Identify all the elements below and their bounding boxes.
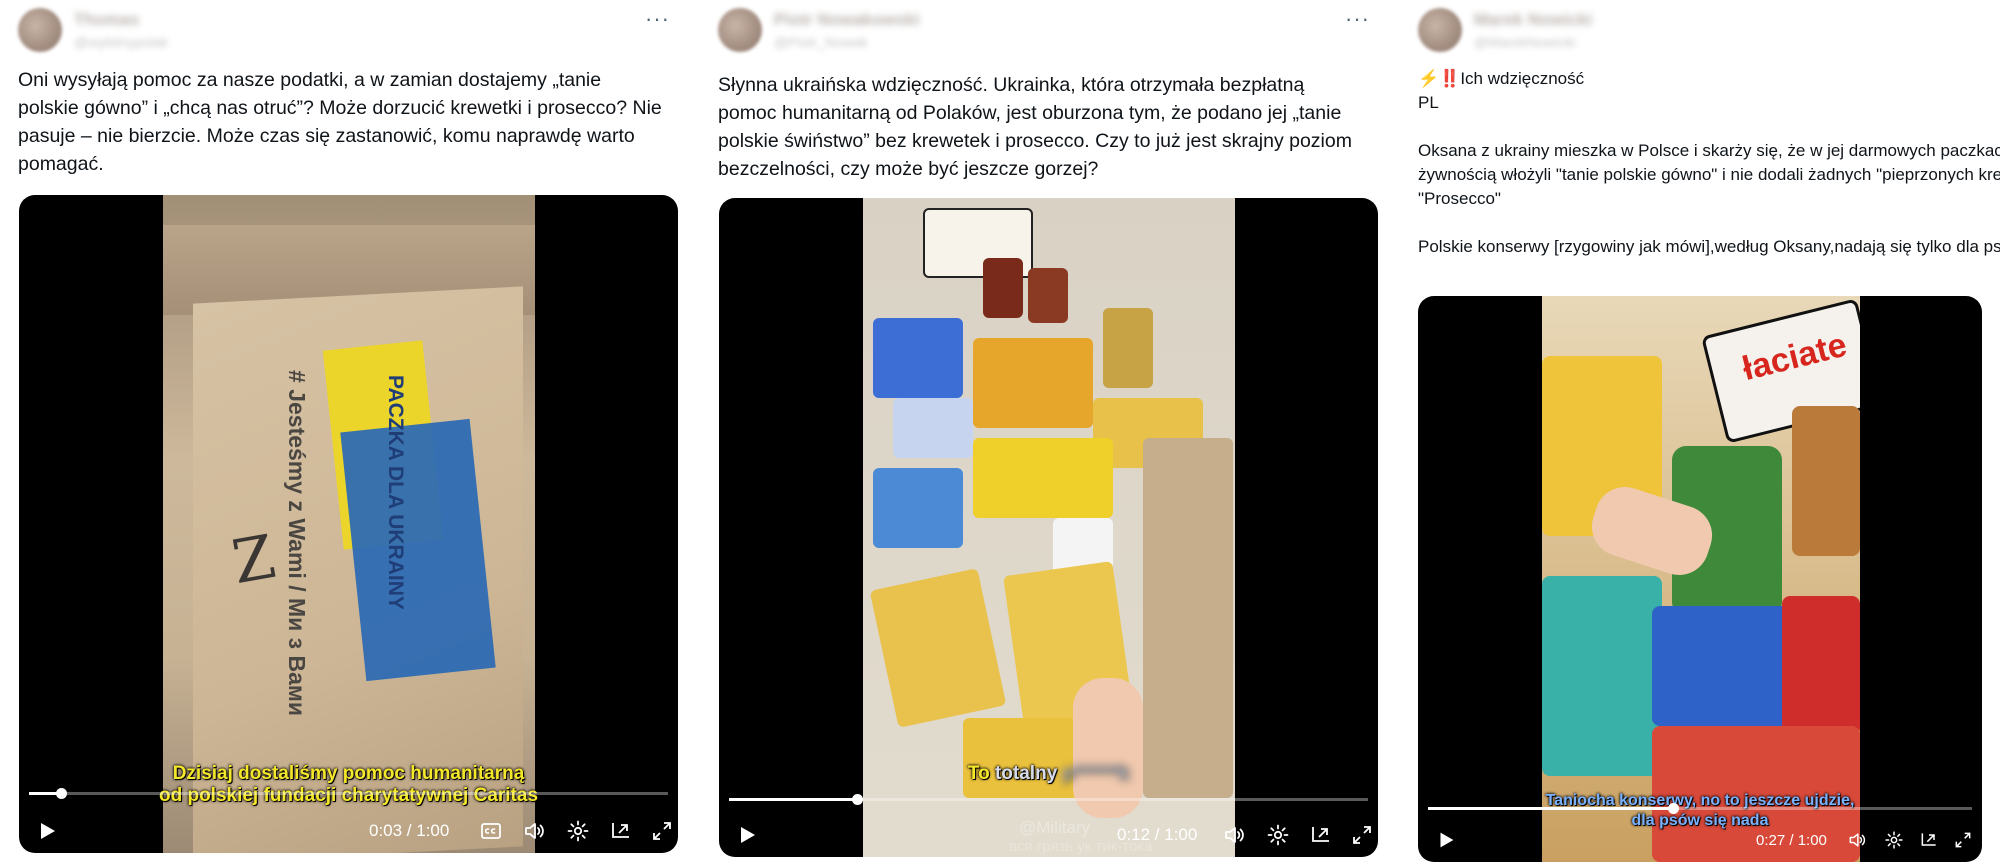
post-header: Marek Nowicki @MarekNowicki ··· (1418, 4, 2000, 52)
caption-line-1: Dzisiaj dostaliśmy pomoc humanitarną (172, 763, 525, 784)
volume-icon[interactable] (1843, 826, 1871, 854)
ellipsis-icon[interactable]: ··· (645, 6, 670, 32)
caption-line-2: od polskiej fundacji charytatywnej Carit… (158, 785, 539, 806)
progress-fill (1428, 807, 1673, 810)
caption-blurred-word: p******k (1062, 763, 1130, 784)
post-text: ⚡‼️Ich wdzięczność PL Oksana z ukrainy m… (1418, 69, 2000, 256)
box-print-title: PACZKA DLA UKRAINY (384, 375, 407, 610)
author-handle[interactable]: @MarekNowicki (1474, 34, 1575, 50)
fullscreen-icon[interactable] (1949, 826, 1977, 854)
video-controls: 0:12 / 1:00 (719, 813, 1378, 857)
post-text: Słynna ukraińska wdzięczność. Ukrainka, … (718, 74, 1352, 180)
progress-fill (729, 798, 857, 801)
play-icon[interactable] (733, 821, 761, 849)
kasza-bag (869, 568, 1007, 728)
video-progress-bar[interactable] (29, 788, 668, 799)
author-name[interactable]: Marek Nowicki (1474, 10, 1592, 30)
caption-word: To (967, 763, 990, 784)
pip-icon[interactable] (607, 817, 635, 845)
package (963, 718, 1083, 798)
video-controls: 0:27 / 1:00 (1418, 818, 1982, 862)
post-text: Oni wysyłają pomoc za nasze podatki, a w… (18, 69, 662, 175)
progress-knob[interactable] (851, 794, 863, 805)
blue-bag (1652, 606, 1792, 726)
fullscreen-icon[interactable] (1348, 821, 1376, 849)
settings-icon[interactable] (564, 817, 592, 845)
video-time: 0:03 / 1:00 (369, 821, 450, 840)
video-frame: # Jesteśmy z Wami / Ми з Вами PACZKA DLA… (163, 195, 535, 853)
video-player[interactable]: # Jesteśmy z Wami / Ми з Вами PACZKA DLA… (19, 195, 678, 853)
post-2: Piotr Nowakowski @Piotr_Nowak ··· Słynna… (700, 0, 1380, 868)
noodle-package (973, 338, 1093, 428)
jar (983, 258, 1023, 318)
avatar[interactable] (1418, 8, 1462, 52)
hand (1073, 678, 1143, 818)
fort-package (1103, 308, 1153, 388)
video-progress-bar[interactable] (1428, 803, 1972, 814)
settings-icon[interactable] (1880, 826, 1908, 854)
cardboard-box (1143, 438, 1233, 798)
video-player[interactable]: łaciate Taniocha konserwy, no to jeszcze… (1418, 296, 1982, 862)
post-header: Thomas @wybitnypolak ··· (18, 4, 670, 52)
flag-stripe-blue (340, 418, 496, 682)
volume-icon[interactable] (520, 817, 548, 845)
avatar[interactable] (718, 8, 762, 52)
video-controls: 0:03 / 1:00 (19, 809, 678, 853)
post-header: Piotr Nowakowski @Piotr_Nowak ··· (718, 4, 1370, 52)
video-time: 0:27 / 1:00 (1756, 831, 1827, 849)
pip-icon[interactable] (1307, 821, 1335, 849)
author-name[interactable]: Thomas (74, 10, 139, 30)
jar (1028, 268, 1068, 323)
bottle (1542, 576, 1662, 776)
progress-knob[interactable] (55, 788, 67, 799)
video-frame (863, 198, 1235, 857)
progress-knob[interactable] (1667, 803, 1679, 814)
video-player[interactable]: To totalny p******k @Military вся грязь … (719, 198, 1378, 857)
video-time: 0:12 / 1:00 (1117, 825, 1198, 844)
ellipsis-icon[interactable]: ··· (1345, 6, 1370, 32)
fullscreen-icon[interactable] (648, 817, 676, 845)
cc-icon[interactable] (477, 817, 505, 845)
package (893, 398, 973, 458)
video-frame: łaciate (1542, 296, 1860, 862)
post-1: Thomas @wybitnypolak ··· Oni wysyłają po… (0, 0, 680, 868)
red-pack (1782, 596, 1860, 736)
post-3: Marek Nowicki @MarekNowicki ··· ⚡‼️Ich w… (1400, 0, 2000, 868)
settings-icon[interactable] (1264, 821, 1292, 849)
pip-icon[interactable] (1915, 826, 1943, 854)
package (873, 468, 963, 548)
caption-word: totalny (994, 763, 1058, 784)
author-handle[interactable]: @wybitnypolak (74, 34, 168, 50)
video-caption: To totalny p******k (719, 763, 1378, 785)
play-icon[interactable] (33, 817, 61, 845)
video-caption: Dzisiaj dostaliśmy pomoc humanitarną od … (19, 763, 678, 807)
maggi-packets (973, 438, 1113, 518)
author-name[interactable]: Piotr Nowakowski (774, 10, 919, 30)
jar (1792, 406, 1860, 556)
video-progress-bar[interactable] (729, 794, 1368, 805)
play-icon[interactable] (1432, 826, 1460, 854)
avatar[interactable] (18, 8, 62, 52)
pack-label: łaciate (1738, 325, 1851, 389)
volume-icon[interactable] (1220, 821, 1248, 849)
blue-item (873, 318, 963, 398)
box-print-slogan: # Jesteśmy z Wami / Ми з Вами (284, 370, 310, 717)
author-handle[interactable]: @Piotr_Nowak (774, 34, 868, 50)
